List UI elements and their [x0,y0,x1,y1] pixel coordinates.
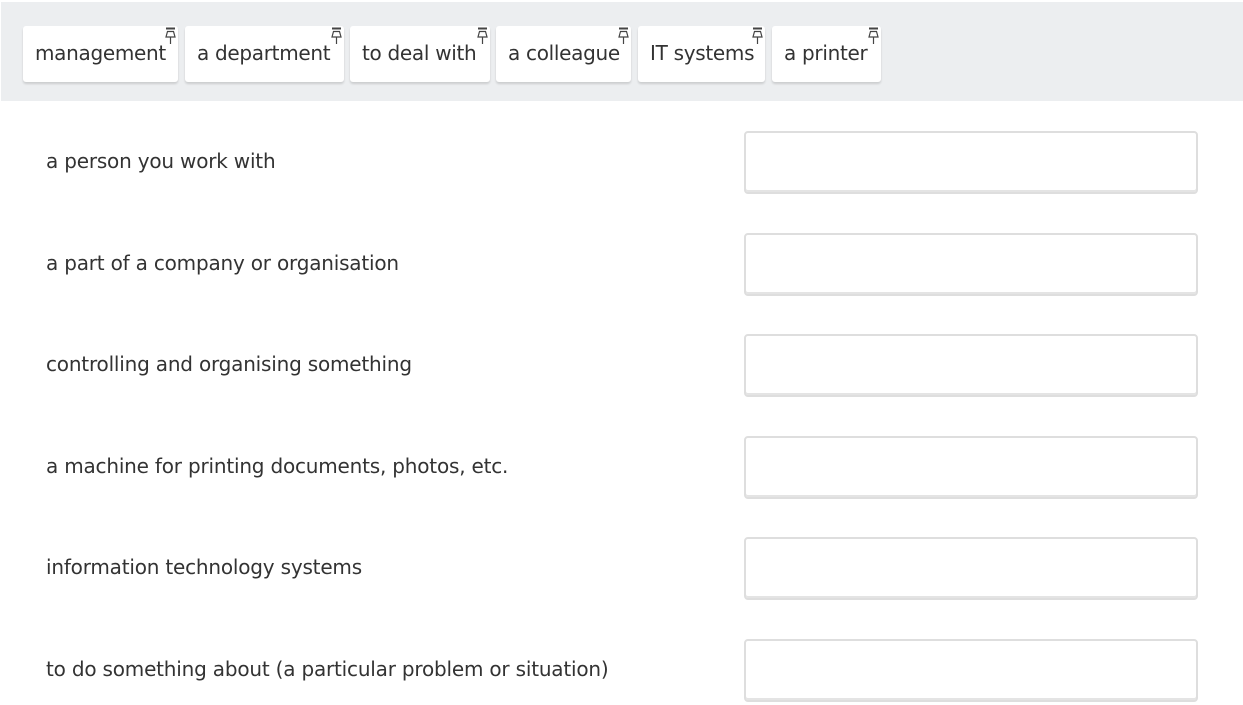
answer-drop-zone[interactable] [744,436,1198,499]
word-chip-a-printer[interactable]: a printer [772,26,881,82]
definition-text: controlling and organising something [46,352,412,376]
definition-row: a part of a company or organisation [0,233,1243,299]
word-chip-label: to deal with [362,41,477,65]
pin-icon [618,27,629,44]
pin-icon [868,27,879,44]
word-chip-label: IT systems [650,41,755,65]
answer-drop-zone[interactable] [744,537,1198,600]
word-chip-to-deal-with[interactable]: to deal with [350,26,490,82]
drag-and-drop-exercise: management a department to deal with a c… [0,0,1243,705]
definition-row: information technology systems [0,537,1243,603]
pin-icon [165,27,176,44]
pin-icon [477,27,488,44]
word-chip-label: a department [197,41,331,65]
word-chip-label: a colleague [508,41,620,65]
definition-text: a machine for printing documents, photos… [46,454,509,478]
answer-drop-zone[interactable] [744,639,1198,702]
pin-icon [752,27,763,44]
answer-drop-zone[interactable] [744,233,1198,296]
definition-text: to do something about (a particular prob… [46,657,609,681]
word-bank: management a department to deal with a c… [1,2,1243,101]
word-chip-a-department[interactable]: a department [185,26,344,82]
word-chip-label: a printer [784,41,868,65]
definition-row: a machine for printing documents, photos… [0,436,1243,502]
definition-row: to do something about (a particular prob… [0,639,1243,705]
definition-row: controlling and organising something [0,334,1243,400]
definition-text: a person you work with [46,149,276,173]
answer-drop-zone[interactable] [744,334,1198,397]
definition-text: a part of a company or organisation [46,251,399,275]
definition-row: a person you work with [0,131,1243,197]
answer-drop-zone[interactable] [744,131,1198,194]
word-chip-a-colleague[interactable]: a colleague [496,26,631,82]
word-chip-label: management [35,41,166,65]
definition-text: information technology systems [46,555,362,579]
word-chip-management[interactable]: management [23,26,178,82]
word-chip-it-systems[interactable]: IT systems [638,26,765,82]
pin-icon [331,27,342,44]
